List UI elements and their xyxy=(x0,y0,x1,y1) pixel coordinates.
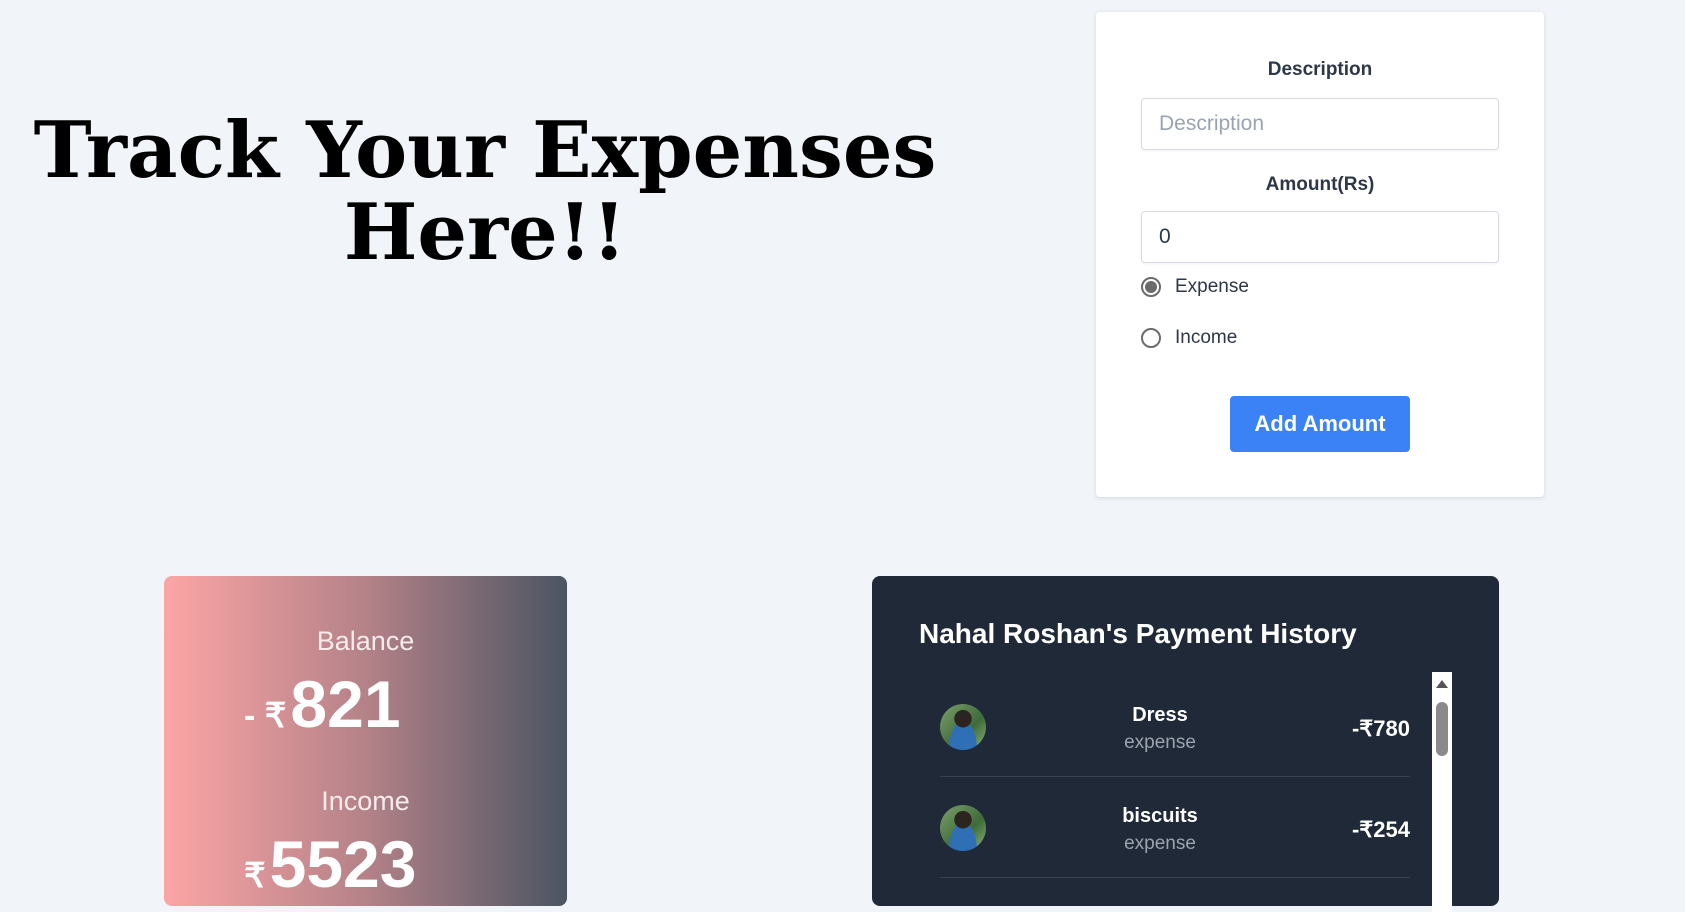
transaction-type: expense xyxy=(1124,732,1196,753)
expense-radio-option[interactable]: Expense xyxy=(1141,276,1249,298)
income-radio-label: Income xyxy=(1175,327,1238,348)
transaction-row: Dress expense -₹780 xyxy=(940,676,1410,777)
expense-radio[interactable] xyxy=(1141,277,1161,297)
income-value: ₹ 5523 xyxy=(244,826,416,902)
income-label: Income xyxy=(321,786,410,816)
balance-summary-card: Balance - ₹ 821 Income ₹ 5523 xyxy=(164,576,567,906)
transaction-row: biscuits expense -₹254 xyxy=(940,777,1410,878)
amount-input[interactable] xyxy=(1141,211,1499,263)
balance-value: - ₹ 821 xyxy=(244,666,401,742)
scrollbar-thumb[interactable] xyxy=(1436,702,1448,756)
income-amount: 5523 xyxy=(269,827,417,901)
avatar xyxy=(940,704,986,750)
scroll-up-arrow-icon[interactable] xyxy=(1436,680,1448,688)
balance-amount: 821 xyxy=(290,667,401,741)
transaction-name: Dress xyxy=(1132,704,1188,726)
balance-label: Balance xyxy=(316,626,415,656)
income-radio-option[interactable]: Income xyxy=(1141,327,1237,349)
add-amount-button[interactable]: Add Amount xyxy=(1230,396,1410,452)
avatar xyxy=(940,805,986,851)
transaction-amount: -₹780 xyxy=(1351,716,1410,741)
payment-history-title: Nahal Roshan's Payment History xyxy=(919,618,1357,649)
income-currency: ₹ xyxy=(244,857,266,895)
expense-radio-label: Expense xyxy=(1175,276,1249,297)
transaction-type: expense xyxy=(1124,833,1196,854)
payment-history-card: Nahal Roshan's Payment History Dress exp… xyxy=(872,576,1499,912)
description-label: Description xyxy=(1267,59,1373,80)
transaction-list: Dress expense -₹780 biscuits expense -₹2… xyxy=(940,676,1410,878)
balance-currency: - ₹ xyxy=(244,697,287,735)
transaction-name: biscuits xyxy=(1122,805,1198,827)
transaction-list-scrollbar[interactable] xyxy=(1432,672,1452,912)
income-radio[interactable] xyxy=(1141,328,1161,348)
transaction-amount: -₹254 xyxy=(1351,817,1410,842)
amount-label: Amount(Rs) xyxy=(1265,174,1375,195)
page-headline: Track Your Expenses Here!! xyxy=(33,105,937,278)
add-transaction-form: Description Amount(Rs) Expense Income Ad… xyxy=(1096,12,1544,497)
description-input[interactable] xyxy=(1141,98,1499,150)
